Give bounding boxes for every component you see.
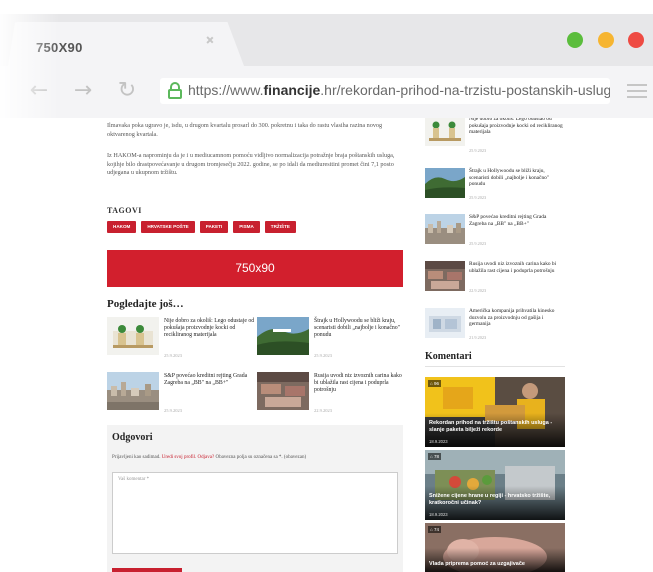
minimize-button[interactable] (598, 32, 614, 48)
tag-trziste[interactable]: TRŽIŠTE (264, 221, 296, 233)
tag-pisma[interactable]: PISMA (233, 221, 260, 233)
sidebar-item-date: 25.9.2023 (469, 195, 487, 200)
card-date: 25.9.2023 (164, 353, 182, 358)
card-date: 22.9.2023 (314, 408, 332, 413)
reload-icon[interactable]: ↻ (116, 80, 138, 102)
card-title[interactable]: S&P povećao kreditni rejting Grada Zagre… (164, 373, 256, 387)
sidebar-item[interactable]: S&P povećao kreditni rejting Grada Zagre… (425, 214, 565, 256)
submit-comment-button[interactable] (112, 568, 182, 572)
close-window-button[interactable] (628, 32, 644, 48)
ad-banner[interactable]: 750x90 (107, 250, 403, 287)
browser-chrome: 750X90 ← → ↻ https://www.financije.hr/re… (0, 0, 653, 118)
sidebar-item-date: 25.9.2023 (469, 148, 487, 153)
card-date: 25.9.2023 (164, 408, 182, 413)
card-title[interactable]: Štrajk u Hollywoodu se bliži kraju, scen… (314, 318, 406, 339)
card-title[interactable]: Nije dobro za okoliš: Lego odustaje od p… (164, 318, 256, 339)
sidebar-item[interactable]: Nije dobro za okoliš: Lego odustao od po… (425, 118, 565, 158)
reply-title: Odgovori (112, 432, 153, 443)
divider (425, 366, 565, 367)
comment-count-badge: ⌂ 78 (428, 453, 441, 460)
lego-thumbnail (107, 317, 159, 355)
related-card[interactable]: Štrajk u Hollywoodu se bliži kraju, scen… (257, 317, 407, 361)
sidebar-item-date: 25.9.2023 (469, 241, 487, 246)
forward-arrow-icon[interactable]: → (72, 80, 94, 102)
lego-thumbnail (425, 118, 465, 146)
sidebar-item-title[interactable]: Štrajk u Hollywoodu se bliži kraju, scen… (469, 168, 565, 188)
sidebar-item[interactable]: Štrajk u Hollywoodu se bliži kraju, scen… (425, 168, 565, 210)
comment-count-badge: ⌂ 74 (428, 526, 441, 533)
url-text[interactable]: https://www.financije.hr/rekordan-prihod… (188, 82, 610, 98)
comment-textarea[interactable]: Vaš komentar * (112, 472, 398, 554)
profile-link[interactable]: Uredi svoj profil. Odjava? (162, 455, 215, 460)
sidebar-item-title[interactable]: Rusija uvodi niz izvoznih carina kako bi… (469, 261, 565, 274)
card-title[interactable]: Rusija uvodi niz izvoznih carina kako bi… (314, 373, 406, 394)
address-bar[interactable]: https://www.financije.hr/rekordan-prihod… (160, 78, 610, 104)
edge-fade (0, 0, 60, 118)
featured-title[interactable]: Snižene cijene hrane u regiji - hrvatsko… (429, 493, 561, 506)
sidebar-item-date: 22.9.2023 (469, 288, 487, 293)
web-page: Ilmavaka poka ugravo je, isdu, u drugom … (0, 118, 653, 572)
related-card[interactable]: S&P povećao kreditni rejting Grada Zagre… (107, 372, 257, 416)
featured-card[interactable]: ⌂ 78 Snižene cijene hrane u regiji - hrv… (425, 450, 565, 520)
reply-form: Odgovori Prijavljeni kao sadimad. Uredi … (107, 425, 403, 572)
zagreb-thumbnail (425, 214, 465, 244)
featured-card[interactable]: ⌂ 96 Rekordan prihod na tržištu poštansk… (425, 377, 565, 447)
hollywood-thumbnail (425, 168, 465, 198)
zagreb-thumbnail (107, 372, 159, 410)
russia-thumbnail (257, 372, 309, 410)
sidebar-item-date: 21.9.2023 (469, 335, 487, 340)
tag-hrvatske-poste[interactable]: HRVATSKE POŠTE (141, 221, 195, 233)
hollywood-thumbnail (257, 317, 309, 355)
featured-date: 18.9.2023 (429, 512, 448, 517)
article-paragraph: Ilmavaka poka ugravo je, isdu, u drugom … (107, 122, 383, 138)
sidebar-item[interactable]: Američka kompanija prihvatila kinesko do… (425, 308, 565, 350)
tag-hakom[interactable]: HAKOM (107, 221, 137, 233)
related-heading: Pogledajte još… (107, 298, 184, 310)
comment-count-badge: ⌂ 96 (428, 380, 441, 387)
company-thumbnail (425, 308, 465, 338)
menu-icon[interactable] (627, 84, 647, 98)
comments-heading: Komentari (425, 351, 472, 362)
tag-paketi[interactable]: PAKETI (199, 221, 229, 233)
featured-card[interactable]: ⌂ 74 Vlada priprema pomoć za uzgajivače (425, 523, 565, 572)
tags-label: TAGOVI (107, 206, 142, 215)
tab-close-icon[interactable] (206, 36, 214, 44)
russia-thumbnail (425, 261, 465, 291)
featured-title[interactable]: Rekordan prihod na tržištu poštanskih us… (429, 420, 561, 433)
maximize-button[interactable] (567, 32, 583, 48)
featured-title[interactable]: Vlada priprema pomoć za uzgajivače (429, 561, 561, 568)
sidebar-item[interactable]: Rusija uvodi niz izvoznih carina kako bi… (425, 261, 565, 303)
sidebar-item-title[interactable]: Nije dobro za okoliš: Lego odustao od po… (469, 118, 565, 136)
related-card[interactable]: Rusija uvodi niz izvoznih carina kako bi… (257, 372, 407, 416)
reply-note: Prijavljeni kao sadimad. Uredi svoj prof… (112, 455, 307, 460)
lock-icon (168, 82, 182, 99)
tag-list: HAKOM HRVATSKE POŠTE PAKETI PISMA TRŽIŠT… (107, 221, 296, 233)
comment-placeholder: Vaš komentar * (118, 477, 150, 482)
article-paragraph: Iz HAKOM-a naprominju da je i u mediucam… (107, 152, 395, 176)
card-overlay (425, 548, 565, 572)
sidebar-item-title[interactable]: Američka kompanija prihvatila kinesko do… (469, 308, 565, 328)
featured-date: 18.9.2023 (429, 439, 448, 444)
card-date: 25.9.2023 (314, 353, 332, 358)
related-card[interactable]: Nije dobro za okoliš: Lego odustaje od p… (107, 317, 257, 361)
sidebar-item-title[interactable]: S&P povećao kreditni rejting Grada Zagre… (469, 214, 565, 227)
